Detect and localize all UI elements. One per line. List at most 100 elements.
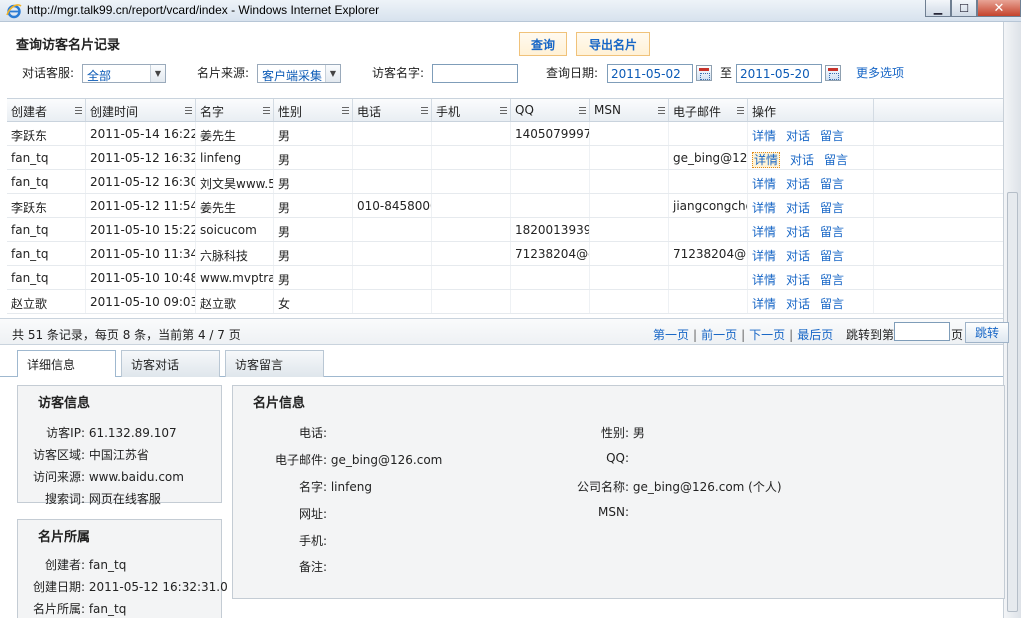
chat-link[interactable]: 对话 bbox=[786, 201, 810, 215]
source-select-value: 客户端采集 bbox=[262, 69, 323, 83]
column-menu-icon[interactable] bbox=[658, 107, 665, 114]
vertical-scrollbar[interactable] bbox=[1003, 22, 1021, 618]
column-header[interactable]: 性别 bbox=[274, 99, 353, 121]
table-cell: 李跃东 bbox=[7, 122, 86, 145]
table-cell: 1820013939@ bbox=[511, 218, 590, 241]
calendar-icon[interactable] bbox=[825, 65, 841, 81]
table-cell: 男 bbox=[274, 194, 353, 217]
row-actions: 详情 对话 留言 bbox=[748, 242, 874, 265]
maximize-button[interactable]: ☐ bbox=[951, 0, 977, 17]
chat-link[interactable]: 对话 bbox=[790, 153, 814, 167]
chat-link[interactable]: 对话 bbox=[786, 273, 810, 287]
last-page-link[interactable]: 最后页 bbox=[797, 328, 833, 342]
table-cell: 男 bbox=[274, 146, 353, 169]
table-cell: www.mvptrad bbox=[196, 266, 274, 289]
message-link[interactable]: 留言 bbox=[820, 129, 844, 143]
table-cell bbox=[432, 290, 511, 313]
scrollbar-thumb[interactable] bbox=[1007, 192, 1018, 612]
table-cell: 2011-05-14 16:22 bbox=[86, 122, 196, 145]
table-cell: 1405079997 bbox=[511, 122, 590, 145]
table-cell bbox=[590, 122, 669, 145]
tab-details[interactable]: 详细信息 bbox=[17, 350, 116, 378]
page-links: 第一页 | 前一页 | 下一页 | 最后页 bbox=[653, 328, 834, 342]
minimize-button[interactable]: ▁ bbox=[925, 0, 951, 17]
table-cell bbox=[590, 194, 669, 217]
column-header[interactable]: 创建时间 bbox=[86, 99, 196, 121]
column-menu-icon[interactable] bbox=[500, 107, 507, 114]
message-link[interactable]: 留言 bbox=[820, 201, 844, 215]
detail-link[interactable]: 详情 bbox=[752, 201, 776, 215]
chat-link[interactable]: 对话 bbox=[786, 249, 810, 263]
more-options-link[interactable]: 更多选项 bbox=[856, 64, 904, 81]
table-cell: 2011-05-10 15:22 bbox=[86, 218, 196, 241]
close-button[interactable]: ✕ bbox=[977, 0, 1021, 17]
table-cell: soicucom bbox=[196, 218, 274, 241]
source-select[interactable]: 客户端采集 ▼ bbox=[257, 64, 341, 83]
column-menu-icon[interactable] bbox=[342, 107, 349, 114]
detail-link[interactable]: 详情 bbox=[752, 273, 776, 287]
column-menu-icon[interactable] bbox=[421, 107, 428, 114]
prev-page-link[interactable]: 前一页 bbox=[701, 328, 737, 342]
table-cell: 刘文昊www.5 bbox=[196, 170, 274, 193]
table-row[interactable]: fan_tq 2011-05-12 16:32 linfeng 男 ge_bing@12… bbox=[7, 146, 1003, 170]
column-menu-icon[interactable] bbox=[185, 107, 192, 114]
table-cell: jiangcongchor bbox=[669, 194, 748, 217]
table-cell bbox=[432, 146, 511, 169]
chat-link[interactable]: 对话 bbox=[786, 129, 810, 143]
message-link[interactable]: 留言 bbox=[820, 225, 844, 239]
column-menu-icon[interactable] bbox=[75, 107, 82, 114]
table-cell bbox=[353, 122, 432, 145]
column-menu-icon[interactable] bbox=[579, 107, 586, 114]
jump-page-input[interactable] bbox=[894, 322, 950, 341]
first-page-link[interactable]: 第一页 bbox=[653, 328, 689, 342]
detail-link[interactable]: 详情 bbox=[752, 152, 781, 168]
next-page-link[interactable]: 下一页 bbox=[749, 328, 785, 342]
message-link[interactable]: 留言 bbox=[820, 177, 844, 191]
export-cards-button[interactable]: 导出名片 bbox=[576, 32, 650, 56]
chat-link[interactable]: 对话 bbox=[786, 177, 810, 191]
table-row[interactable]: fan_tq 2011-05-10 11:34 六脉科技男 71238204@q 712… bbox=[7, 242, 1003, 266]
chat-link[interactable]: 对话 bbox=[786, 225, 810, 239]
table-cell bbox=[432, 266, 511, 289]
tab-visitor-chat[interactable]: 访客对话 bbox=[121, 350, 220, 377]
visitor-name-input[interactable] bbox=[432, 64, 518, 83]
detail-link[interactable]: 详情 bbox=[752, 177, 776, 191]
column-header[interactable]: 电子邮件 bbox=[669, 99, 748, 121]
column-menu-icon[interactable] bbox=[737, 107, 744, 114]
column-header[interactable]: QQ bbox=[511, 99, 590, 121]
column-header[interactable]: 电话 bbox=[353, 99, 432, 121]
message-link[interactable]: 留言 bbox=[820, 297, 844, 311]
message-link[interactable]: 留言 bbox=[820, 249, 844, 263]
calendar-icon[interactable] bbox=[696, 65, 712, 81]
query-button[interactable]: 查询 bbox=[519, 32, 567, 56]
detail-link[interactable]: 详情 bbox=[752, 225, 776, 239]
column-menu-icon[interactable] bbox=[263, 107, 270, 114]
tab-visitor-messages[interactable]: 访客留言 bbox=[225, 350, 324, 377]
detail-link[interactable]: 详情 bbox=[752, 249, 776, 263]
column-header[interactable]: 名字 bbox=[196, 99, 274, 121]
table-row[interactable]: 李跃东 2011-05-12 11:54 姜先生男 010-8458000 jiangc… bbox=[7, 194, 1003, 218]
column-header[interactable]: 创建者 bbox=[7, 99, 86, 121]
page-content: 查询访客名片记录 查询 导出名片 对话客服: 全部 ▼ 名片来源: 客户端采集 … bbox=[0, 22, 1009, 618]
detail-link[interactable]: 详情 bbox=[752, 297, 776, 311]
chat-link[interactable]: 对话 bbox=[786, 297, 810, 311]
detail-link[interactable]: 详情 bbox=[752, 129, 776, 143]
message-link[interactable]: 留言 bbox=[820, 273, 844, 287]
date-from-input[interactable]: 2011-05-02 bbox=[607, 64, 693, 83]
table-cell: 2011-05-12 11:54 bbox=[86, 194, 196, 217]
card-qq: QQ: bbox=[606, 451, 629, 465]
detail-tabs: 详细信息 访客对话 访客留言 bbox=[0, 348, 1003, 378]
agent-label: 对话客服: bbox=[22, 66, 75, 80]
jump-button[interactable]: 跳转 bbox=[965, 322, 1009, 343]
date-to-input[interactable]: 2011-05-20 bbox=[736, 64, 822, 83]
column-header[interactable]: 手机 bbox=[432, 99, 511, 121]
table-row[interactable]: 李跃东 2011-05-14 16:22 姜先生男 1405079997 详情 对话 留言 bbox=[7, 122, 1003, 146]
agent-select[interactable]: 全部 ▼ bbox=[82, 64, 166, 83]
table-row[interactable]: fan_tq 2011-05-12 16:30 刘文昊www.5 男 详情 对话 留言 bbox=[7, 170, 1003, 194]
message-link[interactable]: 留言 bbox=[824, 153, 848, 167]
column-header[interactable]: MSN bbox=[590, 99, 669, 121]
table-row[interactable]: fan_tq2011-05-10 10:48www.mvptrad男 详情对话留言 bbox=[7, 266, 1003, 290]
table-row[interactable]: 赵立歌 2011-05-10 09:03 赵立歌女详情 对话 留言 bbox=[7, 290, 1003, 314]
table-row[interactable]: fan_tq 2011-05-10 15:22 soicucom 男 182001393… bbox=[7, 218, 1003, 242]
table-cell: 姜先生 bbox=[196, 122, 274, 145]
